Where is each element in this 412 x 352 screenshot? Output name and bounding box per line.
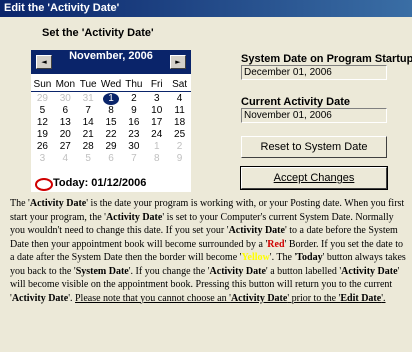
- selected-day-cell[interactable]: 1: [100, 93, 123, 105]
- day-cell[interactable]: 7: [77, 105, 100, 117]
- description-segment: '. If you change the ': [128, 265, 210, 277]
- weekday-label: Thu: [125, 79, 143, 90]
- description-segment: Edit Date: [340, 292, 382, 304]
- description-segment: ' a button labelled ': [265, 265, 342, 277]
- day-cell[interactable]: 5: [31, 105, 54, 117]
- accept-changes-button[interactable]: Accept Changes: [240, 166, 388, 190]
- day-cell[interactable]: 2: [168, 141, 191, 153]
- calendar-header: ◄ November, 2006 ►: [31, 50, 191, 74]
- description-segment: '. The ': [269, 252, 297, 263]
- description-segment: Yellow: [241, 252, 270, 263]
- day-cell[interactable]: 7: [122, 153, 145, 165]
- calendar-heading: Set the 'Activity Date': [42, 27, 154, 39]
- day-cell[interactable]: 15: [100, 117, 123, 129]
- description-segment: '.: [381, 292, 386, 304]
- system-date-label: System Date on Program Startup: [241, 53, 412, 65]
- day-cell[interactable]: 17: [145, 117, 168, 129]
- day-cell[interactable]: 11: [168, 105, 191, 117]
- day-cell[interactable]: 10: [145, 105, 168, 117]
- day-cell[interactable]: 29: [31, 93, 54, 105]
- current-activity-date-field: November 01, 2006: [241, 108, 387, 123]
- day-cell[interactable]: 18: [168, 117, 191, 129]
- weekday-label: Fri: [150, 79, 163, 90]
- day-cell[interactable]: 1: [145, 141, 168, 153]
- weekday-label: Wed: [100, 79, 122, 90]
- today-row: Today: 01/12/2006: [31, 176, 191, 192]
- reset-to-system-date-button[interactable]: Reset to System Date: [241, 136, 387, 158]
- description-segment: The ': [10, 198, 30, 209]
- day-cell[interactable]: 16: [122, 117, 145, 129]
- weekday-label: Mon: [55, 79, 76, 90]
- calendar-week-row: 19 20 21 22 23 24 25: [31, 129, 191, 141]
- day-cell[interactable]: 3: [31, 153, 54, 165]
- day-cell[interactable]: 21: [77, 129, 100, 141]
- description-segment: Activity Date: [11, 292, 69, 304]
- day-cell[interactable]: 12: [31, 117, 54, 129]
- day-cell[interactable]: 20: [54, 129, 77, 141]
- chevron-right-icon: ►: [175, 58, 181, 66]
- chevron-left-icon: ◄: [41, 58, 47, 66]
- calendar-week-row: 5 6 7 8 9 10 11: [31, 105, 191, 117]
- day-cell[interactable]: 6: [100, 153, 123, 165]
- prev-month-button[interactable]: ◄: [36, 55, 52, 69]
- description-segment: ' prior to the ': [287, 292, 341, 304]
- day-cell[interactable]: 8: [100, 105, 123, 117]
- weekday-label: Sun: [33, 79, 52, 90]
- day-cell[interactable]: 31: [77, 93, 100, 105]
- description-segment: Red: [267, 238, 285, 250]
- day-cell[interactable]: 27: [54, 141, 77, 153]
- calendar-week-row: 12 13 14 15 16 17 18: [31, 117, 191, 129]
- description-segment: Activity Date: [29, 198, 87, 209]
- calendar-week-row: 3456789: [31, 153, 191, 165]
- day-cell[interactable]: 30: [122, 141, 145, 153]
- calendar-week-row: 26 27 28 29 30 1 2: [31, 141, 191, 153]
- day-cell[interactable]: 26: [31, 141, 54, 153]
- day-cell[interactable]: 13: [54, 117, 77, 129]
- today-button[interactable]: Today: 01/12/2006: [53, 177, 146, 189]
- description-segment: Activity Date: [209, 265, 266, 277]
- description-segment: Activity Date: [228, 225, 285, 236]
- day-cell[interactable]: 24: [145, 129, 168, 141]
- day-cell[interactable]: 5: [77, 153, 100, 165]
- day-cell[interactable]: 23: [122, 129, 145, 141]
- today-circle-icon: [35, 178, 53, 191]
- day-cell[interactable]: 9: [122, 105, 145, 117]
- day-cell[interactable]: 8: [145, 153, 168, 165]
- weekday-label: Tue: [79, 79, 97, 90]
- description-segment: Today: [296, 252, 323, 263]
- day-cell[interactable]: 30: [54, 93, 77, 105]
- day-cell[interactable]: 9: [168, 153, 191, 165]
- month-label: November, 2006: [69, 50, 153, 62]
- calendar: ◄ November, 2006 ► Sun Mon Tue Wed Thu Fri Sat…: [31, 50, 191, 192]
- description-segment: Please note that you cannot choose an ': [75, 292, 231, 304]
- day-cell[interactable]: 14: [77, 117, 100, 129]
- current-activity-date-label: Current Activity Date: [241, 96, 351, 108]
- day-cell[interactable]: 19: [31, 129, 54, 141]
- calendar-week-row: 29 30 31 1 2 3 4: [31, 93, 191, 105]
- day-cell[interactable]: 25: [168, 129, 191, 141]
- weekday-label: Sat: [172, 79, 188, 90]
- edit-activity-date-window: Edit the 'Activity Date' Set the 'Activi…: [0, 0, 412, 352]
- calendar-days: 29 30 31 1 2 3 4 5 6 7 8 9 10 11 12 13 14 15 16 17 18 19 20 21 2…: [31, 93, 191, 165]
- day-cell[interactable]: 29: [100, 141, 123, 153]
- day-cell[interactable]: 22: [100, 129, 123, 141]
- system-date-field: December 01, 2006: [241, 65, 387, 80]
- day-cell[interactable]: 3: [145, 93, 168, 105]
- day-cell[interactable]: 28: [77, 141, 100, 153]
- next-month-button[interactable]: ►: [170, 55, 186, 69]
- day-cell[interactable]: 4: [54, 153, 77, 165]
- description-segment: '.: [68, 292, 75, 304]
- description-text: The 'Activity Date' is the date your pro…: [10, 197, 406, 305]
- day-cell[interactable]: 6: [54, 105, 77, 117]
- description-segment: Activity Date: [341, 265, 398, 277]
- description-segment: System Date: [75, 265, 129, 277]
- day-cell[interactable]: 2: [122, 93, 145, 105]
- day-cell[interactable]: 4: [168, 93, 191, 105]
- accept-changes-label: Accept Changes: [273, 172, 355, 184]
- window-title: Edit the 'Activity Date': [0, 0, 412, 17]
- description-segment: Activity Date: [105, 211, 163, 223]
- weekday-header: Sun Mon Tue Wed Thu Fri Sat: [31, 78, 191, 92]
- description-segment: Activity Date: [230, 292, 288, 304]
